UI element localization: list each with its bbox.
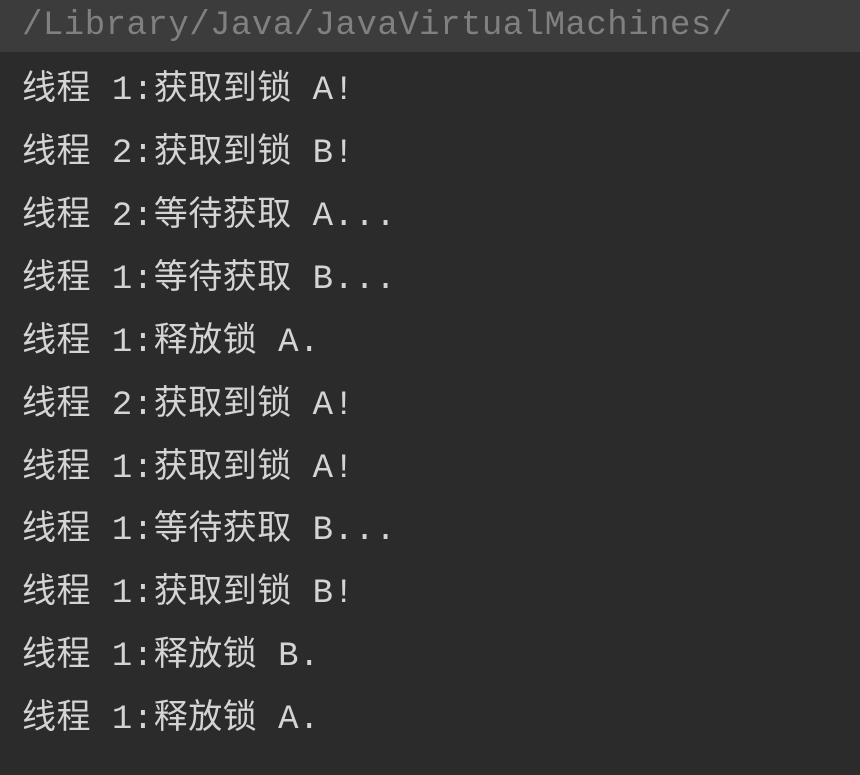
output-line: 线程 1:获取到锁 A! xyxy=(22,438,838,501)
output-line: 线程 1:释放锁 A. xyxy=(22,689,838,752)
output-line: 线程 1:释放锁 B. xyxy=(22,626,838,689)
output-line: 线程 1:等待获取 B... xyxy=(22,249,838,312)
output-line: 线程 1:等待获取 B... xyxy=(22,500,838,563)
command-path-text: /Library/Java/JavaVirtualMachines/ xyxy=(22,7,733,45)
console-output: /Library/Java/JavaVirtualMachines/ 线程 1:… xyxy=(0,0,860,775)
output-line: 线程 2:等待获取 A... xyxy=(22,186,838,249)
output-line: 线程 2:获取到锁 B! xyxy=(22,123,838,186)
output-line: 线程 1:获取到锁 A! xyxy=(22,60,838,123)
output-line: 线程 1:释放锁 A. xyxy=(22,312,838,375)
command-path-line: /Library/Java/JavaVirtualMachines/ xyxy=(0,0,860,52)
output-line: 线程 2:获取到锁 A! xyxy=(22,375,838,438)
output-line: 线程 1:获取到锁 B! xyxy=(22,563,838,626)
output-lines-container: 线程 1:获取到锁 A! 线程 2:获取到锁 B! 线程 2:等待获取 A...… xyxy=(0,52,860,752)
